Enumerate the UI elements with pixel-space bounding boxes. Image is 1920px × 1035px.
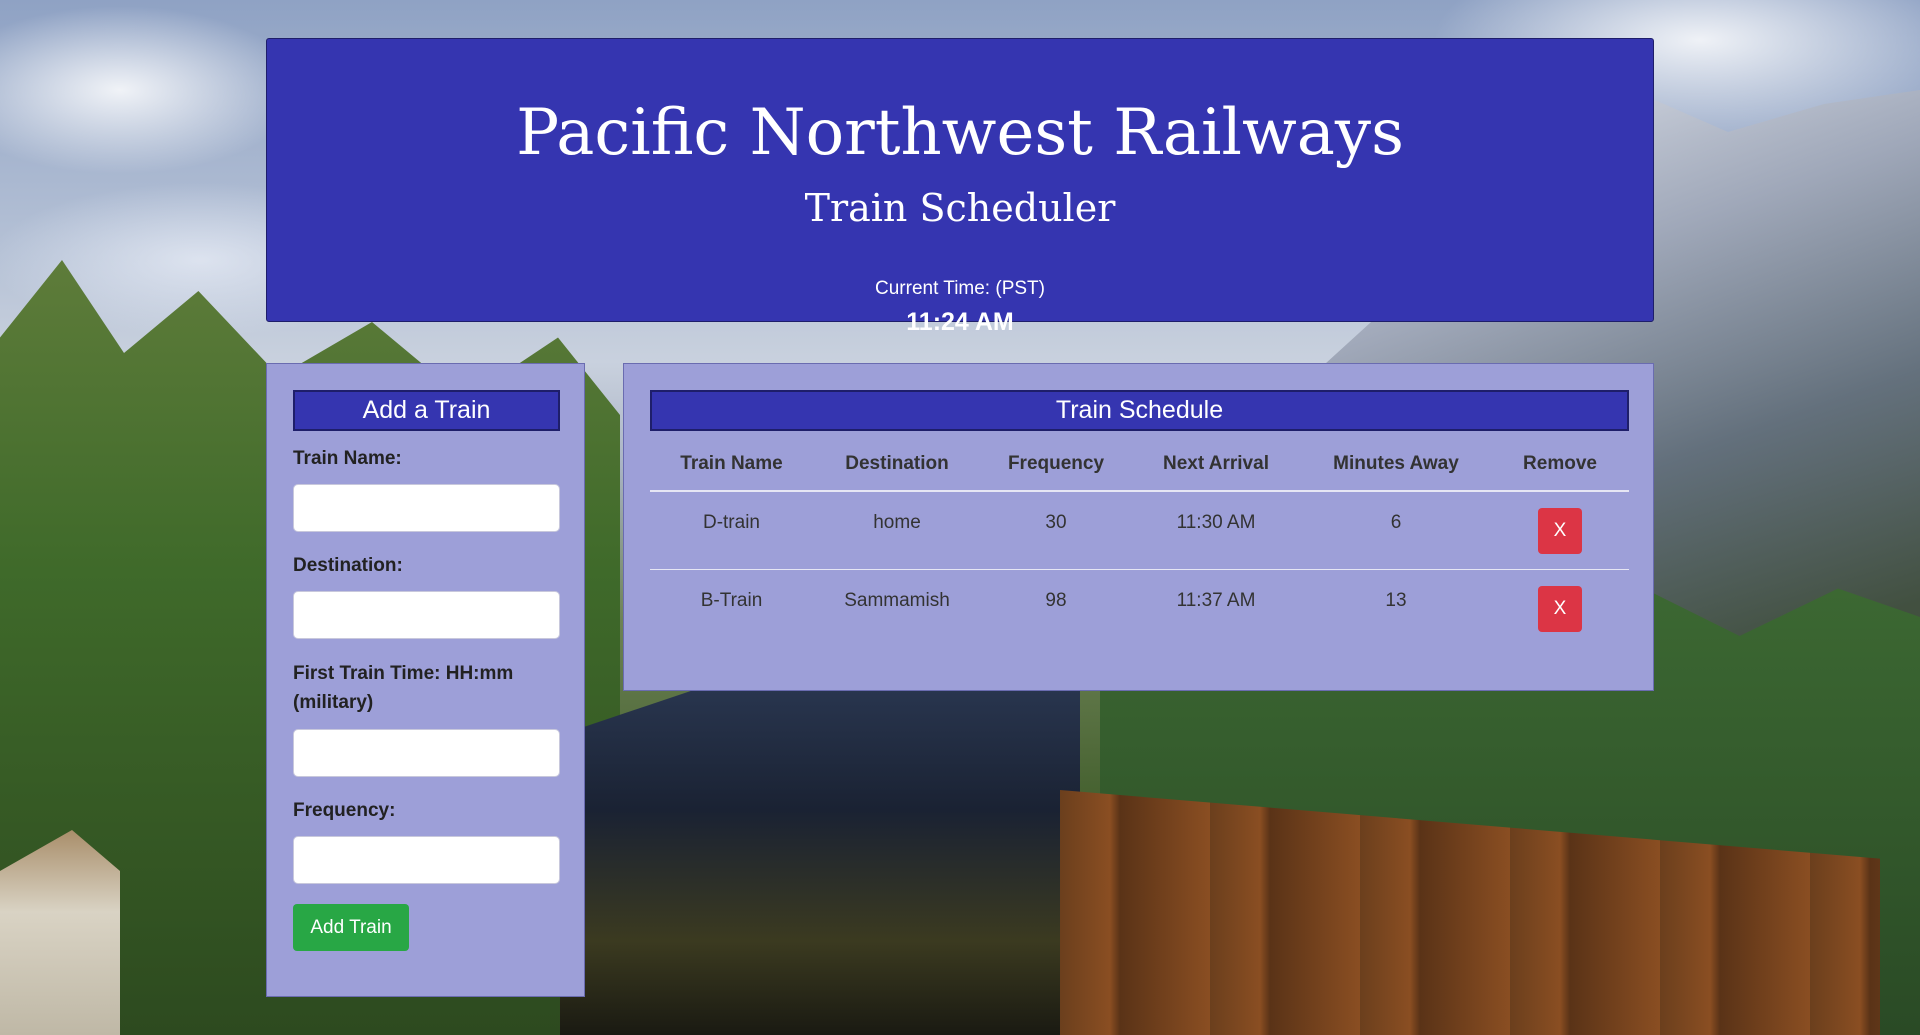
background-train-cars	[1060, 790, 1880, 1035]
column-header-train-name: Train Name	[650, 438, 813, 492]
minutes-away-cell: 13	[1385, 589, 1407, 611]
destination-label: Destination:	[293, 555, 403, 576]
frequency-input[interactable]	[293, 836, 560, 884]
column-header-next-arrival: Next Arrival	[1131, 438, 1301, 492]
destination-input[interactable]	[293, 591, 560, 639]
remove-train-button[interactable]: X	[1538, 585, 1582, 632]
train-name-label: Train Name:	[293, 448, 402, 469]
table-row: B-Train Sammamish 98 11:37 AM 13 X	[650, 569, 1629, 647]
add-train-button[interactable]: Add Train	[293, 904, 409, 951]
train-schedule-panel: Train Schedule Train Name Destination Fr…	[623, 363, 1654, 691]
remove-cell: X	[1491, 569, 1629, 647]
train-schedule-heading: Train Schedule	[650, 390, 1629, 431]
current-time-value: 11:24 AM	[906, 308, 1014, 336]
site-header: Pacific Northwest Railways Train Schedul…	[266, 38, 1654, 335]
next-arrival-cell: 11:37 AM	[1176, 589, 1256, 611]
column-header-remove: Remove	[1491, 438, 1629, 492]
train-schedule-table: Train Name Destination Frequency Next Ar…	[650, 438, 1629, 647]
column-header-destination: Destination	[813, 438, 981, 492]
remove-train-button[interactable]: X	[1538, 508, 1582, 554]
frequency-cell: 30	[981, 491, 1131, 570]
table-header-row: Train Name Destination Frequency Next Ar…	[650, 438, 1629, 492]
frequency-cell: 98	[1045, 589, 1067, 611]
column-header-minutes-away: Minutes Away	[1301, 438, 1491, 492]
page-subtitle: Train Scheduler	[804, 186, 1116, 230]
column-header-frequency: Frequency	[981, 438, 1131, 492]
destination-cell: home	[813, 491, 981, 570]
background-house	[0, 830, 120, 1035]
remove-cell: X	[1491, 491, 1629, 570]
next-arrival-cell: 11:30 AM	[1131, 491, 1301, 570]
first-train-time-input[interactable]	[293, 729, 560, 777]
train-name-input[interactable]	[293, 484, 560, 532]
train-name-cell: B-Train	[700, 589, 763, 611]
current-time-label: Current Time: (PST)	[875, 278, 1045, 299]
table-row: D-train home 30 11:30 AM 6 X	[650, 491, 1629, 570]
destination-cell: Sammamish	[844, 589, 950, 611]
train-name-cell: D-train	[650, 491, 813, 570]
frequency-label: Frequency:	[293, 800, 396, 821]
add-train-heading: Add a Train	[293, 390, 560, 431]
page-title: Pacific Northwest Railways	[516, 96, 1404, 170]
background-locomotive	[560, 660, 1080, 1035]
add-train-panel: Add a Train Train Name: Destination: Fir…	[266, 363, 585, 997]
minutes-away-cell: 6	[1301, 491, 1491, 570]
first-train-time-label: First Train Time: HH:mm (military)	[293, 663, 514, 713]
